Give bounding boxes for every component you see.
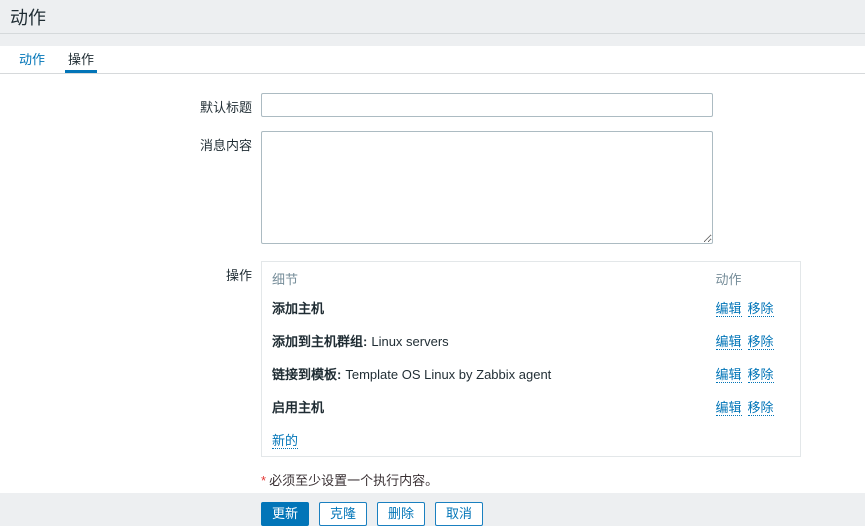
warning-text: 必须至少设置一个执行内容。 bbox=[269, 473, 438, 488]
page-title: 动作 bbox=[10, 7, 855, 29]
cancel-button[interactable]: 取消 bbox=[435, 502, 483, 526]
operations-label: 操作 bbox=[0, 261, 261, 284]
new-operation-link[interactable]: 新的 bbox=[272, 433, 298, 449]
default-subject-input[interactable] bbox=[261, 93, 713, 117]
edit-link[interactable]: 编辑 bbox=[716, 334, 742, 350]
delete-button[interactable]: 删除 bbox=[377, 502, 425, 526]
operation-name: 添加主机 bbox=[272, 301, 324, 316]
operation-value: Linux servers bbox=[371, 334, 448, 349]
warning-row: *必须至少设置一个执行内容。 bbox=[0, 470, 865, 489]
operation-row: 链接到模板:Template OS Linux by Zabbix agent … bbox=[262, 357, 801, 390]
remove-link[interactable]: 移除 bbox=[748, 400, 774, 416]
operation-name: 添加到主机群组: bbox=[272, 334, 367, 349]
operations-header-details: 细节 bbox=[262, 262, 706, 292]
update-button[interactable]: 更新 bbox=[261, 502, 309, 526]
required-asterisk: * bbox=[261, 473, 266, 488]
tab-action[interactable]: 动作 bbox=[16, 46, 48, 73]
content-card: 动作 操作 默认标题 消息内容 操作 细节 动作 添加主机 bbox=[0, 46, 865, 493]
footer-buttons: 更新克隆删除取消 bbox=[261, 502, 493, 526]
clone-button[interactable]: 克隆 bbox=[319, 502, 367, 526]
operations-table: 细节 动作 添加主机 编辑移除 添加到主机群组:Linux servers bbox=[261, 261, 801, 457]
remove-link[interactable]: 移除 bbox=[748, 301, 774, 317]
tab-operations[interactable]: 操作 bbox=[65, 46, 97, 73]
message-textarea[interactable] bbox=[261, 131, 713, 244]
operation-row: 添加主机 编辑移除 bbox=[262, 291, 801, 324]
operations-row: 操作 细节 动作 添加主机 编辑移除 bbox=[0, 261, 865, 457]
operation-row: 添加到主机群组: Linux servers 编辑移除 bbox=[262, 324, 801, 357]
remove-link[interactable]: 移除 bbox=[748, 367, 774, 383]
operation-row: 启用主机 编辑移除 bbox=[262, 390, 801, 423]
new-operation-row: 新的 bbox=[262, 423, 801, 457]
operation-value: Template OS Linux by Zabbix agent bbox=[345, 367, 551, 382]
operation-name: 链接到模板: bbox=[272, 367, 341, 382]
edit-link[interactable]: 编辑 bbox=[716, 301, 742, 317]
edit-link[interactable]: 编辑 bbox=[716, 367, 742, 383]
footer-buttons-row: 更新克隆删除取消 bbox=[0, 502, 865, 526]
edit-link[interactable]: 编辑 bbox=[716, 400, 742, 416]
tab-bar: 动作 操作 bbox=[0, 46, 865, 74]
message-row: 消息内容 bbox=[0, 131, 865, 244]
remove-link[interactable]: 移除 bbox=[748, 334, 774, 350]
default-subject-row: 默认标题 bbox=[0, 93, 865, 117]
operations-header-action: 动作 bbox=[706, 262, 801, 292]
warning-message: *必须至少设置一个执行内容。 bbox=[261, 470, 438, 489]
page-header: 动作 bbox=[0, 0, 865, 34]
operation-name: 启用主机 bbox=[272, 400, 324, 415]
message-label: 消息内容 bbox=[0, 131, 261, 154]
default-subject-label: 默认标题 bbox=[0, 93, 261, 116]
